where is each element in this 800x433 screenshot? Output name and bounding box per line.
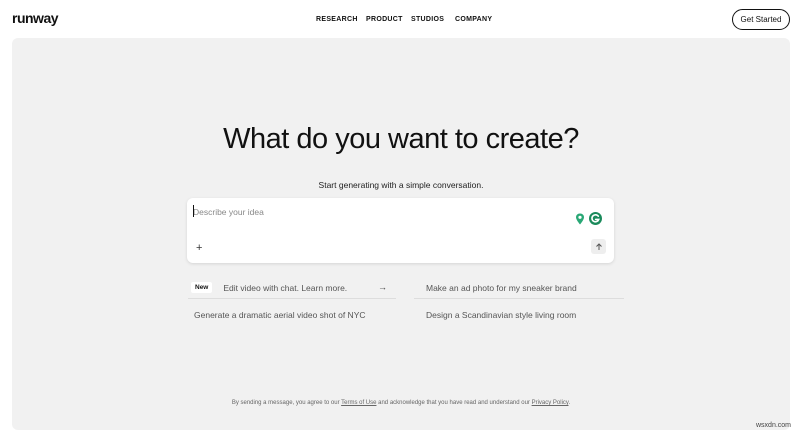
legal-text: By sending a message, you agree to our: [231, 400, 342, 406]
arrow-right-icon: →: [378, 282, 387, 292]
top-navigation: runway RESEARCH PRODUCT STUDIOS COMPANY …: [0, 0, 800, 38]
runway-logo[interactable]: runway: [12, 10, 59, 26]
send-button[interactable]: [591, 239, 606, 254]
nav-company[interactable]: COMPANY: [455, 16, 492, 23]
suggestion-living-room[interactable]: Design a Scandinavian style living room: [414, 304, 624, 326]
hero-panel: What do you want to create? Start genera…: [12, 38, 790, 430]
suggestion-label: Edit video with chat. Learn more.: [223, 282, 348, 293]
get-started-button[interactable]: Get Started: [732, 9, 790, 30]
hero-subtitle: Start generating with a simple conversat…: [318, 180, 484, 190]
suggestion-label: Make an ad photo for my sneaker brand: [426, 282, 577, 293]
new-badge: New: [191, 282, 213, 293]
suggestion-ad-photo[interactable]: Make an ad photo for my sneaker brand: [414, 277, 624, 299]
nav-studios[interactable]: STUDIOS: [411, 16, 444, 23]
suggestion-edit-video[interactable]: New Edit video with chat. Learn more. →: [188, 277, 396, 299]
suggestion-label: Generate a dramatic aerial video shot of…: [194, 310, 366, 320]
hero-title: What do you want to create?: [223, 123, 579, 155]
suggestion-aerial-video[interactable]: Generate a dramatic aerial video shot of…: [188, 304, 396, 326]
nav-product[interactable]: PRODUCT: [366, 16, 403, 23]
legal-text: and acknowledge that you have read and u…: [376, 400, 532, 406]
terms-link[interactable]: Terms of Use: [341, 400, 376, 406]
prompt-input[interactable]: [193, 204, 573, 220]
location-pin-icon[interactable]: [573, 212, 586, 225]
legal-text: .: [568, 400, 571, 406]
grammarly-icon[interactable]: [589, 212, 602, 225]
legal-notice: By sending a message, you agree to our T…: [12, 400, 790, 406]
extension-icons: [573, 212, 602, 225]
suggestion-label: Design a Scandinavian style living room: [426, 310, 577, 320]
arrow-up-icon: [595, 242, 602, 250]
text-caret: [193, 205, 194, 217]
watermark: wsxdn.com: [756, 422, 792, 429]
privacy-link[interactable]: Privacy Policy: [532, 400, 569, 406]
nav-research[interactable]: RESEARCH: [316, 16, 358, 23]
plus-icon[interactable]: +: [196, 242, 202, 254]
prompt-box: +: [187, 198, 614, 263]
